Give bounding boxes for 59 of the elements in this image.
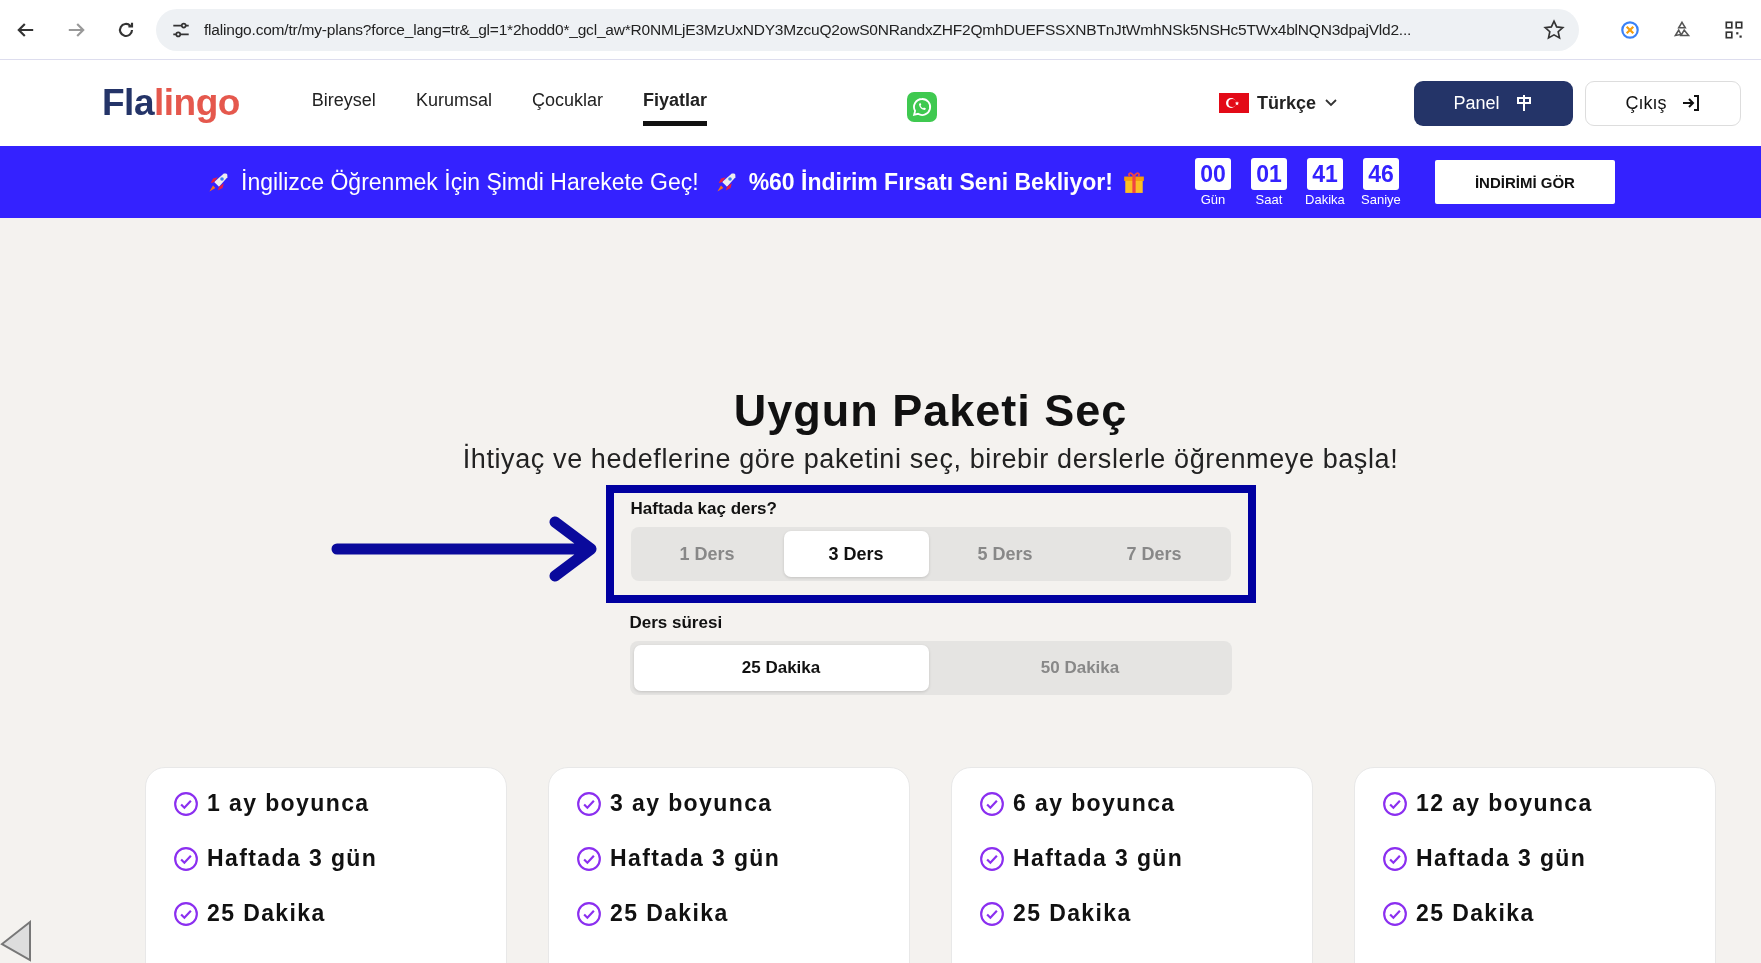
plan-feature: Haftada 3 gün (610, 845, 781, 872)
plan-feature: 1 ay boyunca (207, 790, 370, 817)
promo-message: İngilizce Öğrenmek İçin Şimdi Harekete Geç! (241, 168, 699, 196)
language-selector[interactable]: Türkçe (1256, 92, 1316, 114)
plan-feature: 12 ay boyunca (1416, 790, 1593, 817)
qr-code-icon[interactable] (1723, 18, 1745, 41)
promo-offer: %60 İndirim Fırsatı Seni Bekliyor! (748, 168, 1113, 196)
duration-option[interactable]: 25 Dakika (633, 645, 929, 691)
countdown-value: 01 (1251, 157, 1287, 190)
countdown-unit: Dakika (1305, 191, 1345, 207)
logout-button[interactable]: Çıkış (1585, 80, 1741, 126)
lesson-count-option[interactable]: 3 Ders (783, 531, 929, 577)
url-text: flalingo.com/tr/my-plans?force_lang=tr&_gl=1*2hodd0*_gcl_aw*R0NMLjE3MzUxNDY3MzcuQ2owS0NRandxZHF2QmhDUEFSSXNBTnJtWmhNSk5NSHc5TWx4blNQN3dpajVld2... (204, 20, 1413, 39)
check-circle-icon (979, 845, 1005, 872)
countdown-unit: Gün (1200, 191, 1226, 207)
plan-feature: 25 Dakika (1013, 900, 1132, 927)
countdown-value: 00 (1195, 157, 1231, 190)
gift-icon (1122, 170, 1145, 194)
plan-feature: Haftada 3 gün (1013, 845, 1184, 872)
plan-feature: 25 Dakika (610, 900, 729, 927)
plan-feature: Haftada 3 gün (1416, 845, 1587, 872)
logout-icon (1680, 93, 1701, 113)
turkey-flag-icon (1218, 93, 1249, 113)
check-circle-icon (576, 900, 602, 927)
address-bar[interactable]: flalingo.com/tr/my-plans?force_lang=tr&_gl=1*2hodd0*_gcl_aw*R0NMLjE3MzUxNDY3MzcuQ2owS0NRandxZHF2QmhDUEFSSXNBTnJtWmhNSk5NSHc5TWx4blNQN3dpajVld2... (156, 8, 1579, 51)
check-circle-icon (173, 900, 199, 927)
countdown-value: 41 (1307, 157, 1343, 190)
check-circle-icon (979, 900, 1005, 927)
flalingo-logo[interactable]: Flalingo (102, 82, 240, 124)
lessons-per-week-label: Haftada kaç ders? (630, 499, 778, 519)
check-circle-icon (576, 790, 602, 817)
nav-link[interactable]: Bireysel (311, 80, 376, 126)
nav-link[interactable]: Çocuklar (531, 80, 603, 126)
check-circle-icon (173, 845, 199, 872)
check-circle-icon (1382, 900, 1408, 927)
check-circle-icon (576, 845, 602, 872)
plan-feature: 6 ay boyunca (1013, 790, 1176, 817)
plan-feature: 25 Dakika (207, 900, 326, 927)
countdown-unit: Saat (1255, 191, 1283, 207)
nav-link[interactable]: Fiyatlar (642, 80, 707, 126)
extension-icon[interactable] (1619, 18, 1641, 41)
lesson-duration-label: Ders süresi (629, 613, 724, 633)
check-circle-icon (1382, 790, 1408, 817)
page-subtitle: İhtiyaç ve hedeflerine göre paketini seç, birebir derslerle öğrenmeye başla! (462, 444, 1399, 475)
plan-feature: Haftada 3 gün (207, 845, 378, 872)
triangle-icon[interactable] (0, 920, 32, 962)
star-icon[interactable] (1543, 18, 1565, 41)
check-circle-icon (173, 790, 199, 817)
page-title: Uygun Paketi Seç (733, 386, 1128, 436)
countdown-value: 46 (1363, 157, 1399, 190)
chevron-down-icon[interactable] (1324, 98, 1338, 108)
check-circle-icon (1382, 845, 1408, 872)
panel-button[interactable]: Panel (1414, 80, 1573, 126)
check-circle-icon (979, 790, 1005, 817)
see-discount-button[interactable]: İNDİRİMİ GÖR (1434, 160, 1615, 204)
countdown-unit: Saniye (1361, 191, 1401, 207)
plan-feature: 25 Dakika (1416, 900, 1535, 927)
plan-feature: 3 ay boyunca (610, 790, 773, 817)
nav-link[interactable]: Kurumsal (415, 80, 492, 126)
